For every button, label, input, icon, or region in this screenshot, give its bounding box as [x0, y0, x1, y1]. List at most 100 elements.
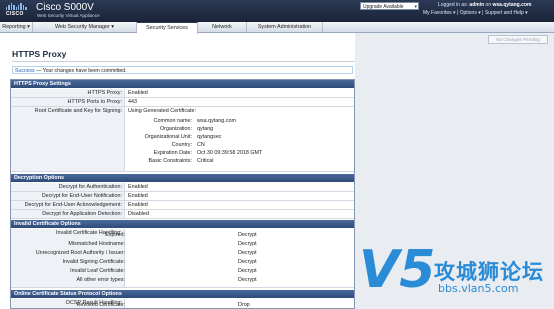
cert-organization: Organization: qytang: [128, 125, 213, 133]
tab-label: System Administration: [257, 24, 312, 30]
ocsp-revoked: Revoked Certificate: Drop: [11, 301, 249, 308]
cert-expiration: Expiration Date: Oct 30 09:39:58 2018 GMT: [128, 149, 263, 157]
detail-key: Basic Constraints:: [148, 158, 192, 164]
invalid-signing-cert: Invalid Signing Certificate: Decrypt: [11, 258, 257, 266]
tab-network[interactable]: Network: [198, 22, 247, 32]
options-link[interactable]: Options: [460, 10, 477, 16]
detail-key: Common name:: [153, 118, 192, 124]
page-title: HTTPS Proxy: [12, 49, 67, 59]
row-ocsp-handling: OCSP Result Handling: Revoked Certificat…: [11, 299, 354, 308]
header-links: My Favorites ▾ | Options ▾ | Support and…: [423, 10, 528, 16]
detail-value: Decrypt: [238, 259, 257, 265]
invalid-leaf-cert: Invalid Leaf Certificate: Decrypt: [11, 267, 256, 275]
row-label: Decrypt for End-User Acknowledgement:: [11, 201, 125, 209]
detail-value: Oct 30 09:39:58 2018 GMT: [197, 150, 263, 156]
settings-panel: HTTPS Proxy Settings HTTPS Proxy: Enable…: [10, 79, 355, 309]
chevron-down-icon: ▾: [414, 4, 417, 10]
tab-web-security-manager[interactable]: Web Security Manager ▾: [33, 22, 137, 32]
detail-value: qytangsec: [197, 134, 222, 140]
detail-key: Expiration Date:: [153, 150, 192, 156]
row-value: Enabled: [128, 193, 148, 199]
tab-security-services[interactable]: Security Services: [137, 22, 198, 34]
row-https-ports: HTTPS Ports to Proxy: 443: [11, 98, 354, 107]
tab-system-administration[interactable]: System Administration: [247, 22, 323, 32]
detail-value: qytang: [197, 126, 214, 132]
row-decrypt-auth: Decrypt for Authentication: Enabled: [11, 183, 354, 192]
cert-basic-constraints: Basic Constraints: Critical: [128, 157, 214, 165]
username: admin: [469, 2, 485, 8]
section-decryption: Decryption Options: [11, 174, 354, 182]
detail-value: Decrypt: [238, 241, 257, 247]
title-divider: [12, 61, 355, 62]
detail-key: Expired:: [105, 232, 125, 238]
logged-prefix: Logged in as:: [438, 2, 469, 8]
support-help-link[interactable]: Support and Help: [485, 10, 524, 16]
section-invalid-certificate: Invalid Certificate Options: [11, 220, 354, 228]
tab-label: Web Security Manager: [55, 24, 110, 30]
tab-label: Reporting: [2, 24, 26, 30]
row-value: Disabled: [128, 211, 149, 217]
row-label: Decrypt for Authentication:: [11, 183, 125, 191]
hostname: wsa.qytang.com: [492, 2, 532, 8]
my-favorites-link[interactable]: My Favorites: [423, 10, 452, 16]
tab-label: Network: [212, 24, 232, 30]
tab-reporting[interactable]: Reporting ▾: [0, 22, 33, 32]
invalid-mismatched-hostname: Mismatched Hostname: Decrypt: [11, 240, 256, 248]
detail-value: Critical: [197, 158, 214, 164]
row-decrypt-app-detection: Decrypt for Application Detection: Disab…: [11, 210, 354, 219]
row-value: Enabled: [128, 202, 148, 208]
row-value: Using Generated Certificate:: [128, 108, 197, 114]
row-value: Enabled: [128, 184, 148, 190]
row-label: Root Certificate and Key for Signing:: [11, 107, 125, 171]
host-prefix: on: [485, 2, 492, 8]
section-ocsp: Online Certificate Status Protocol Optio…: [11, 290, 354, 298]
detail-key: Invalid Signing Certificate:: [62, 259, 125, 265]
detail-value: Drop: [238, 302, 250, 308]
detail-key: Revoked Certificate:: [76, 302, 125, 308]
brand-name: CISCO: [6, 11, 24, 17]
success-separator: —: [36, 68, 42, 74]
success-message: Your changes have been committed.: [42, 68, 127, 74]
row-decrypt-notification: Decrypt for End-User Notification: Enabl…: [11, 192, 354, 201]
cert-country: Country: CN: [128, 141, 205, 149]
detail-key: Invalid Leaf Certificate:: [70, 268, 125, 274]
row-value: Enabled: [128, 90, 148, 96]
watermark-url: bbs.vlan5.com: [438, 282, 519, 295]
upgrade-label: Upgrade Available: [363, 4, 404, 10]
invalid-unrecognized-root: Unrecognized Root Authority / Issuer: Dec…: [11, 249, 257, 257]
detail-value: Decrypt: [238, 232, 257, 238]
success-banner: Success — Your changes have been committ…: [12, 66, 353, 74]
row-label: Decrypt for End-User Notification:: [11, 192, 125, 200]
section-https-settings: HTTPS Proxy Settings: [11, 80, 354, 88]
success-label: Success: [15, 68, 35, 74]
row-label: HTTPS Ports to Proxy:: [11, 98, 125, 106]
row-https-proxy: HTTPS Proxy: Enabled: [11, 89, 354, 98]
login-status: Logged in as: admin on wsa.qytang.com: [438, 2, 531, 8]
detail-value: Decrypt: [238, 250, 257, 256]
main-nav: Reporting ▾ Web Security Manager ▾ Secur…: [0, 22, 554, 34]
row-label: HTTPS Proxy:: [11, 89, 125, 97]
detail-key: Organization:: [159, 126, 192, 132]
app-header: CISCO Cisco S000V Web Security Virtual A…: [0, 0, 554, 22]
detail-value: CN: [197, 142, 205, 148]
no-changes-pending-button[interactable]: No Changes Pending: [488, 35, 548, 44]
row-root-certificate: Root Certificate and Key for Signing: Us…: [11, 107, 354, 172]
row-value: 443: [128, 99, 137, 105]
detail-value: wsa.qytang.com: [197, 118, 236, 124]
detail-value: Decrypt: [238, 268, 257, 274]
detail-key: Unrecognized Root Authority / Issuer:: [35, 250, 125, 256]
row-invalid-cert-handling: Invalid Certificate Handling: Expired: De…: [11, 229, 354, 288]
cert-org-unit: Organizational Unit: qytangsec: [128, 133, 222, 141]
tab-label: Security Services: [146, 25, 188, 31]
watermark: V5 攻城狮论坛 bbs.vlan5.com: [359, 244, 554, 309]
detail-key: All other error types:: [76, 277, 125, 283]
invalid-expired: Expired: Decrypt: [11, 231, 256, 239]
product-subtitle: Web Security Virtual Appliance: [37, 13, 100, 18]
detail-value: Decrypt: [238, 277, 257, 283]
detail-key: Mismatched Hostname:: [68, 241, 125, 247]
upgrade-dropdown[interactable]: Upgrade Available ▾: [360, 2, 419, 10]
cert-common-name: Common name: wsa.qytang.com: [128, 117, 236, 125]
row-label: Decrypt for Application Detection:: [11, 210, 125, 218]
cisco-logo: CISCO: [6, 3, 30, 18]
detail-key: Organizational Unit:: [144, 134, 192, 140]
